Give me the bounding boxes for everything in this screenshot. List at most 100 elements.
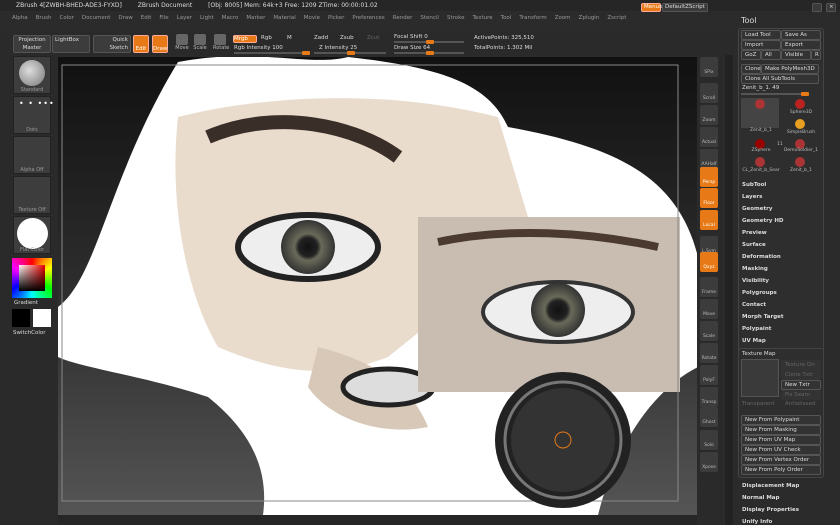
section-display-properties[interactable]: Display Properties: [742, 507, 799, 513]
tool-thumbnail[interactable]: [791, 118, 809, 130]
section-visibility[interactable]: Visibility: [742, 278, 769, 284]
script-button[interactable]: DefaultZScript: [662, 3, 708, 12]
menu-edit[interactable]: Edit: [141, 15, 152, 21]
menu-zoom[interactable]: Zoom: [555, 15, 571, 21]
clone-txtr-button[interactable]: Clone Txtr: [781, 370, 821, 380]
new-from-button[interactable]: New From Masking: [741, 425, 821, 435]
tool-slider[interactable]: [741, 92, 809, 96]
menu-render[interactable]: Render: [393, 15, 413, 21]
shelf-transp-button[interactable]: Transp: [700, 387, 718, 407]
section-layers[interactable]: Layers: [742, 194, 762, 200]
material-slot[interactable]: Flat Color: [13, 216, 51, 254]
shelf-scale-button[interactable]: Scale: [700, 321, 718, 341]
texture-thumbnail[interactable]: [741, 359, 779, 397]
menu-preferences[interactable]: Preferences: [352, 15, 384, 21]
shelf-aahalf-button[interactable]: AAHalf: [700, 149, 718, 169]
save-as-button[interactable]: Save As: [781, 30, 821, 40]
tool-panel-scrollbar[interactable]: [725, 55, 733, 525]
make-polymesh-button[interactable]: Make PolyMesh3D: [761, 64, 819, 74]
menu-material[interactable]: Material: [273, 15, 295, 21]
menu-marker[interactable]: Marker: [246, 15, 265, 21]
m-button[interactable]: M: [287, 35, 292, 41]
focal-shift-slider[interactable]: [394, 40, 464, 44]
shelf-qxyz-button[interactable]: Qxyz: [700, 252, 718, 272]
shelf-floor-button[interactable]: Floor: [700, 188, 718, 208]
draw-size-slider[interactable]: [394, 51, 464, 55]
lightbox-button[interactable]: LightBox: [52, 35, 90, 53]
menu-stroke[interactable]: Stroke: [447, 15, 465, 21]
slider-knob[interactable]: [347, 51, 355, 55]
close-button[interactable]: ×: [826, 3, 836, 12]
section-geometry-hd[interactable]: Geometry HD: [742, 218, 784, 224]
slider-knob[interactable]: [801, 92, 809, 96]
menus-button[interactable]: Menus: [641, 3, 662, 12]
section-preview[interactable]: Preview: [742, 230, 767, 236]
rotate-button[interactable]: Rotate: [213, 34, 229, 54]
texture-map-title[interactable]: Texture Map: [742, 351, 776, 357]
document-canvas[interactable]: [58, 57, 698, 515]
quick-sketch-button[interactable]: Quick Sketch: [93, 35, 131, 53]
stroke-slot[interactable]: • • ••• Dots: [13, 96, 54, 134]
menu-light[interactable]: Light: [200, 15, 214, 21]
section-morph-target[interactable]: Morph Target: [742, 314, 784, 320]
tool-thumbnail[interactable]: [791, 98, 809, 110]
goz-button[interactable]: GoZ: [741, 50, 761, 60]
menu-alpha[interactable]: Alpha: [12, 15, 28, 21]
new-from-button[interactable]: New From Vertex Order: [741, 455, 821, 465]
zcut-button[interactable]: Zcut: [367, 35, 379, 41]
menu-movie[interactable]: Movie: [304, 15, 320, 21]
menu-document[interactable]: Document: [82, 15, 111, 21]
export-button[interactable]: Export: [781, 40, 821, 50]
restore-button[interactable]: [812, 3, 822, 12]
new-from-button[interactable]: New From UV Map: [741, 435, 821, 445]
import-button[interactable]: Import: [741, 40, 781, 50]
brush-slot[interactable]: Standard: [13, 56, 51, 94]
color-picker[interactable]: [12, 258, 52, 298]
section-uv-map[interactable]: UV Map: [742, 338, 766, 344]
zadd-button[interactable]: Zadd: [314, 35, 328, 41]
shelf-actual-button[interactable]: Actual: [700, 127, 718, 147]
shelf-solo-button[interactable]: Solo: [700, 430, 718, 450]
menu-zplugin[interactable]: Zplugin: [579, 15, 600, 21]
transparent-toggle[interactable]: Transparent: [742, 401, 775, 407]
menu-zscript[interactable]: Zscript: [607, 15, 626, 21]
section-normal-map[interactable]: Normal Map: [742, 495, 779, 501]
shelf-local-button[interactable]: Local: [700, 210, 718, 230]
shelf-persp-button[interactable]: Persp: [700, 167, 718, 187]
current-tool-slider[interactable]: Zenit_b_1. 49: [742, 85, 779, 91]
move-button[interactable]: Move: [175, 34, 189, 54]
tool-thumbnail[interactable]: [741, 98, 779, 128]
slider-knob[interactable]: [426, 40, 434, 44]
section-deformation[interactable]: Deformation: [742, 254, 781, 260]
fix-seam-button[interactable]: Fix Seam: [781, 390, 821, 400]
shelf-move-button[interactable]: Move: [700, 299, 718, 319]
mrgb-button[interactable]: Mrgb: [233, 35, 257, 43]
new-from-button[interactable]: New From UV Check: [741, 445, 821, 455]
menu-stencil[interactable]: Stencil: [420, 15, 439, 21]
shelf-spix-button[interactable]: SPix: [700, 57, 718, 77]
shelf-rotate-button[interactable]: Rotate: [700, 343, 718, 363]
alpha-slot[interactable]: Alpha Off: [13, 136, 51, 174]
rgb-button[interactable]: Rgb: [261, 35, 272, 41]
section-surface[interactable]: Surface: [742, 242, 766, 248]
new-from-button[interactable]: New From Polypaint: [741, 415, 821, 425]
menu-texture[interactable]: Texture: [473, 15, 493, 21]
section-geometry[interactable]: Geometry: [742, 206, 772, 212]
slider-knob[interactable]: [426, 51, 434, 55]
texture-on-button[interactable]: Texture On: [781, 360, 821, 370]
menu-color[interactable]: Color: [60, 15, 74, 21]
tool-thumbnail[interactable]: [791, 156, 809, 168]
menu-macro[interactable]: Macro: [222, 15, 239, 21]
menu-draw[interactable]: Draw: [118, 15, 132, 21]
draw-button[interactable]: Draw: [152, 35, 168, 53]
new-txtr-button[interactable]: New Txtr: [781, 380, 821, 390]
load-tool-button[interactable]: Load Tool: [741, 30, 781, 40]
menu-transform[interactable]: Transform: [519, 15, 546, 21]
menu-file[interactable]: File: [159, 15, 168, 21]
antialiased-toggle[interactable]: Antialiased: [785, 401, 815, 407]
switch-color-button[interactable]: SwitchColor: [13, 330, 46, 336]
menu-layer[interactable]: Layer: [177, 15, 192, 21]
clone-all-subtools-button[interactable]: Clone All SubTools: [741, 74, 819, 84]
shelf-ghost-button[interactable]: Ghost: [700, 407, 718, 427]
slider-knob[interactable]: [302, 51, 310, 55]
